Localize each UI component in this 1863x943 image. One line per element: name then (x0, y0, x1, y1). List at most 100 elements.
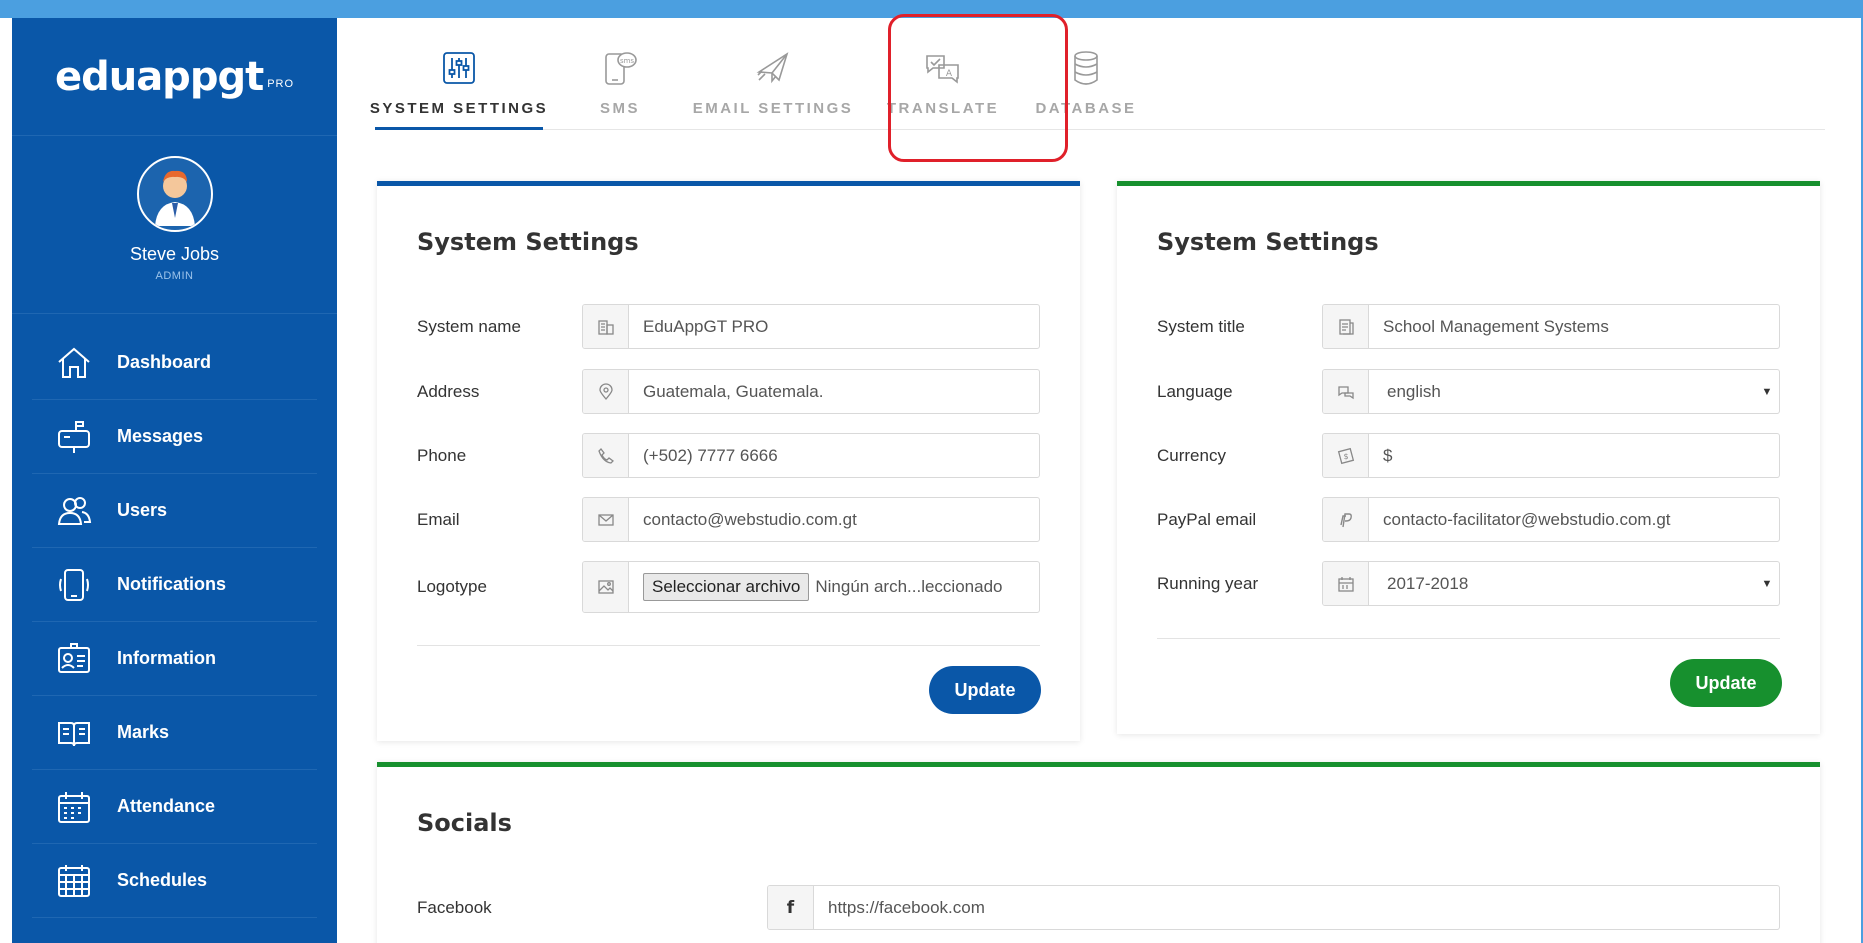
document-icon (1323, 305, 1369, 348)
update-site-button[interactable]: Update (1670, 659, 1782, 707)
user-role: ADMIN (155, 270, 194, 282)
system-title-input[interactable]: School Management Systems (1369, 305, 1779, 348)
sidebar-item-information[interactable]: Information (32, 622, 317, 696)
tab-email-settings[interactable]: EMAIL SETTINGS (693, 18, 851, 130)
home-icon (54, 343, 94, 383)
users-icon (54, 491, 94, 531)
sms-phone-icon: sms (603, 48, 637, 88)
sliders-icon (442, 48, 476, 88)
tab-label: EMAIL SETTINGS (692, 100, 854, 117)
tab-label: TRANSLATE (886, 100, 1000, 117)
sidebar-item-label: Schedules (117, 870, 208, 890)
sidebar-item-attendance[interactable]: Attendance (32, 770, 317, 844)
mailbox-icon (54, 417, 94, 457)
facebook-icon: f (768, 886, 814, 929)
phone-input[interactable]: (+502) 7777 6666 (629, 434, 1039, 477)
update-system-button[interactable]: Update (929, 666, 1041, 714)
running-year-row: Running year 2017-2018 ▼ (1157, 561, 1780, 606)
translate-chat-icon: A (924, 48, 962, 88)
sidebar-item-schedules[interactable]: Schedules (32, 844, 317, 918)
choose-file-button[interactable]: Seleccionar archivo (643, 573, 810, 601)
email-field[interactable]: contacto@webstudio.com.gt (582, 497, 1040, 542)
logotype-row: Logotype Seleccionar archivo Ningún arch… (417, 561, 1040, 613)
phone-icon (583, 434, 629, 477)
system-title-label: System title (1157, 316, 1245, 336)
user-profile: Steve Jobs ADMIN (12, 136, 337, 314)
settings-tabs: SYSTEM SETTINGS sms SMS EMAIL SETTINGS A… (370, 18, 1825, 130)
svg-text:A: A (946, 69, 953, 79)
sidebar-item-notifications[interactable]: Notifications (32, 548, 317, 622)
tab-sms[interactable]: sms SMS (580, 18, 660, 130)
id-card-icon (54, 639, 94, 679)
sidebar-item-label: Marks (117, 722, 170, 742)
sidebar-item-messages[interactable]: Messages (32, 400, 317, 474)
system-name-input[interactable]: EduAppGT PRO (629, 305, 1039, 348)
tab-database[interactable]: DATABASE (1035, 18, 1137, 130)
address-label: Address (417, 381, 480, 401)
facebook-row: Facebook f https://facebook.com (417, 885, 1780, 930)
language-row: Language english ▼ (1157, 369, 1780, 414)
card-title: System Settings (417, 228, 639, 256)
currency-input[interactable]: $ (1369, 434, 1779, 477)
system-name-field[interactable]: EduAppGT PRO (582, 304, 1040, 349)
user-name: Steve Jobs (129, 244, 220, 264)
address-row: Address Guatemala, Guatemala. (417, 369, 1040, 414)
envelope-icon (583, 498, 629, 541)
address-input[interactable]: Guatemala, Guatemala. (629, 370, 1039, 413)
phone-field[interactable]: (+502) 7777 6666 (582, 433, 1040, 478)
tab-system-settings[interactable]: SYSTEM SETTINGS (370, 18, 546, 130)
system-title-field[interactable]: School Management Systems (1322, 304, 1780, 349)
email-input[interactable]: contacto@webstudio.com.gt (629, 498, 1039, 541)
sidebar-menu: Dashboard Messages Users Notifications I… (12, 314, 337, 918)
facebook-label: Facebook (417, 897, 492, 917)
chevron-down-icon[interactable]: ▼ (1755, 562, 1779, 605)
database-icon (1072, 48, 1100, 88)
language-select[interactable]: english ▼ (1322, 369, 1780, 414)
currency-label: Currency (1157, 445, 1226, 465)
svg-text:sms: sms (620, 57, 634, 65)
tab-translate[interactable]: A TRANSLATE (886, 18, 1000, 130)
system-name-label: System name (417, 316, 521, 336)
card-divider (417, 645, 1040, 646)
sidebar-item-label: Notifications (117, 574, 227, 594)
tab-label: SYSTEM SETTINGS (369, 100, 549, 117)
paper-plane-icon (755, 48, 791, 88)
brand-suffix: PRO (267, 77, 295, 90)
logotype-file-field[interactable]: Seleccionar archivo Ningún arch...leccio… (582, 561, 1040, 613)
language-label: Language (1157, 381, 1233, 401)
phone-label: Phone (417, 445, 467, 465)
address-field[interactable]: Guatemala, Guatemala. (582, 369, 1040, 414)
running-year-label: Running year (1157, 573, 1259, 593)
calendar-icon (54, 787, 94, 827)
currency-row: Currency $ $ (1157, 433, 1780, 478)
schedule-icon (54, 861, 94, 901)
building-icon (583, 305, 629, 348)
system-title-row: System title School Management Systems (1157, 304, 1780, 349)
logotype-label: Logotype (417, 577, 487, 596)
chat-bubbles-icon (1323, 370, 1369, 413)
sidebar-item-users[interactable]: Users (32, 474, 317, 548)
sidebar-item-marks[interactable]: Marks (32, 696, 317, 770)
running-year-select[interactable]: 2017-2018 ▼ (1322, 561, 1780, 606)
tab-label: DATABASE (1035, 100, 1137, 117)
avatar[interactable] (136, 156, 213, 232)
sidebar-item-dashboard[interactable]: Dashboard (32, 326, 317, 400)
window-top-frame (0, 0, 1863, 18)
paypal-label: PayPal email (1157, 509, 1257, 529)
paypal-email-input[interactable]: contacto-facilitator@webstudio.com.gt (1369, 498, 1779, 541)
facebook-field[interactable]: f https://facebook.com (767, 885, 1780, 930)
language-value[interactable]: english (1369, 370, 1755, 413)
running-year-value[interactable]: 2017-2018 (1369, 562, 1755, 605)
paypal-email-field[interactable]: contacto-facilitator@webstudio.com.gt (1322, 497, 1780, 542)
sidebar-item-label: Dashboard (117, 352, 212, 372)
facebook-input[interactable]: https://facebook.com (814, 886, 1779, 929)
system-name-row: System name EduAppGT PRO (417, 304, 1040, 349)
chevron-down-icon[interactable]: ▼ (1755, 370, 1779, 413)
phone-row: Phone (+502) 7777 6666 (417, 433, 1040, 478)
brand-name: eduappgt (54, 53, 264, 100)
currency-field[interactable]: $ $ (1322, 433, 1780, 478)
svg-text:$: $ (1343, 452, 1348, 461)
file-picker: Seleccionar archivo Ningún arch...leccio… (629, 562, 1039, 612)
user-avatar-icon (154, 170, 195, 226)
brand-logo[interactable]: eduappgt PRO (12, 18, 337, 136)
